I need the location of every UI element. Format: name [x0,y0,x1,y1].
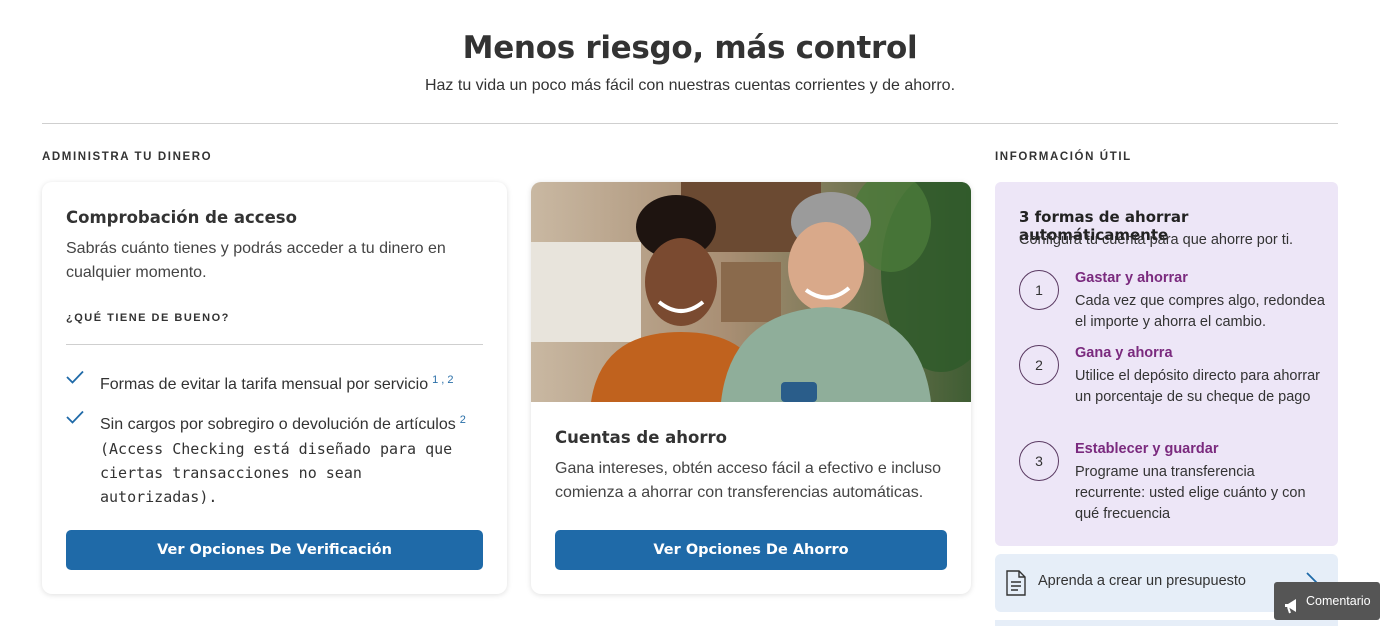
checkmark-icon [66,408,100,509]
benefit-item: Formas de evitar la tarifa mensual por s… [66,368,486,397]
manage-money-label: ADMINISTRA TU DINERO [42,151,213,163]
view-savings-options-button[interactable]: Ver Opciones De Ahorro [555,530,947,570]
savings-tips-panel: 3 formas de ahorrar automáticamente Conf… [995,182,1338,546]
savings-card: Cuentas de ahorro Gana intereses, obtén … [531,182,971,594]
step-number: 3 [1019,441,1059,481]
benefit-text: Sin cargos por sobregiro o devolución de… [100,416,456,433]
page-subtitle: Haz tu vida un poco más fácil con nuestr… [424,77,956,94]
checking-card-description: Sabrás cuánto tienes y podrás acceder a … [66,240,446,281]
step-description: Utilice el depósito directo para ahorrar… [1075,368,1321,405]
step-description: Cada vez que compres algo, redondea el i… [1075,293,1325,330]
savings-card-title: Cuentas de ahorro [555,428,727,447]
tips-subtitle: Configura tu cuenta para que ahorre por … [1019,232,1294,248]
benefits-divider [66,344,483,345]
step-description: Programe una transferencia recurrente: u… [1075,464,1306,522]
useful-info-label: INFORMACIÓN ÚTIL [995,151,1132,163]
view-checking-options-button[interactable]: Ver Opciones De Verificación [66,530,483,570]
savings-card-description: Gana intereses, obtén acceso fácil a efe… [555,460,941,501]
step-number: 1 [1019,270,1059,310]
step-title: Gana y ahorra [1075,345,1173,361]
benefits-label: ¿QUÉ TIENE DE BUENO? [66,312,230,324]
benefit-note: (Access Checking está diseñado para que … [100,440,453,506]
checkmark-icon [66,368,100,397]
benefit-item: Sin cargos por sobregiro o devolución de… [66,408,486,509]
footnote-link[interactable]: 1 , 2 [432,374,453,386]
step-number: 2 [1019,345,1059,385]
checking-card-title: Comprobación de acceso [66,208,297,227]
footnote-link[interactable]: 2 [460,414,466,426]
page-title: Menos riesgo, más control [462,30,918,66]
couple-photo [531,182,971,402]
feedback-button[interactable]: Comentario [1274,582,1380,620]
budget-link-label: Aprenda a crear un presupuesto [1038,573,1246,589]
section-divider [42,123,1338,124]
step-title: Establecer y guardar [1075,441,1219,457]
megaphone-icon [1283,592,1301,626]
step-title: Gastar y ahorrar [1075,270,1188,286]
feedback-label: Comentario [1306,594,1371,608]
checking-card: Comprobación de acceso Sabrás cuánto tie… [42,182,507,594]
benefit-text: Formas de evitar la tarifa mensual por s… [100,376,429,393]
document-icon [1005,570,1027,601]
